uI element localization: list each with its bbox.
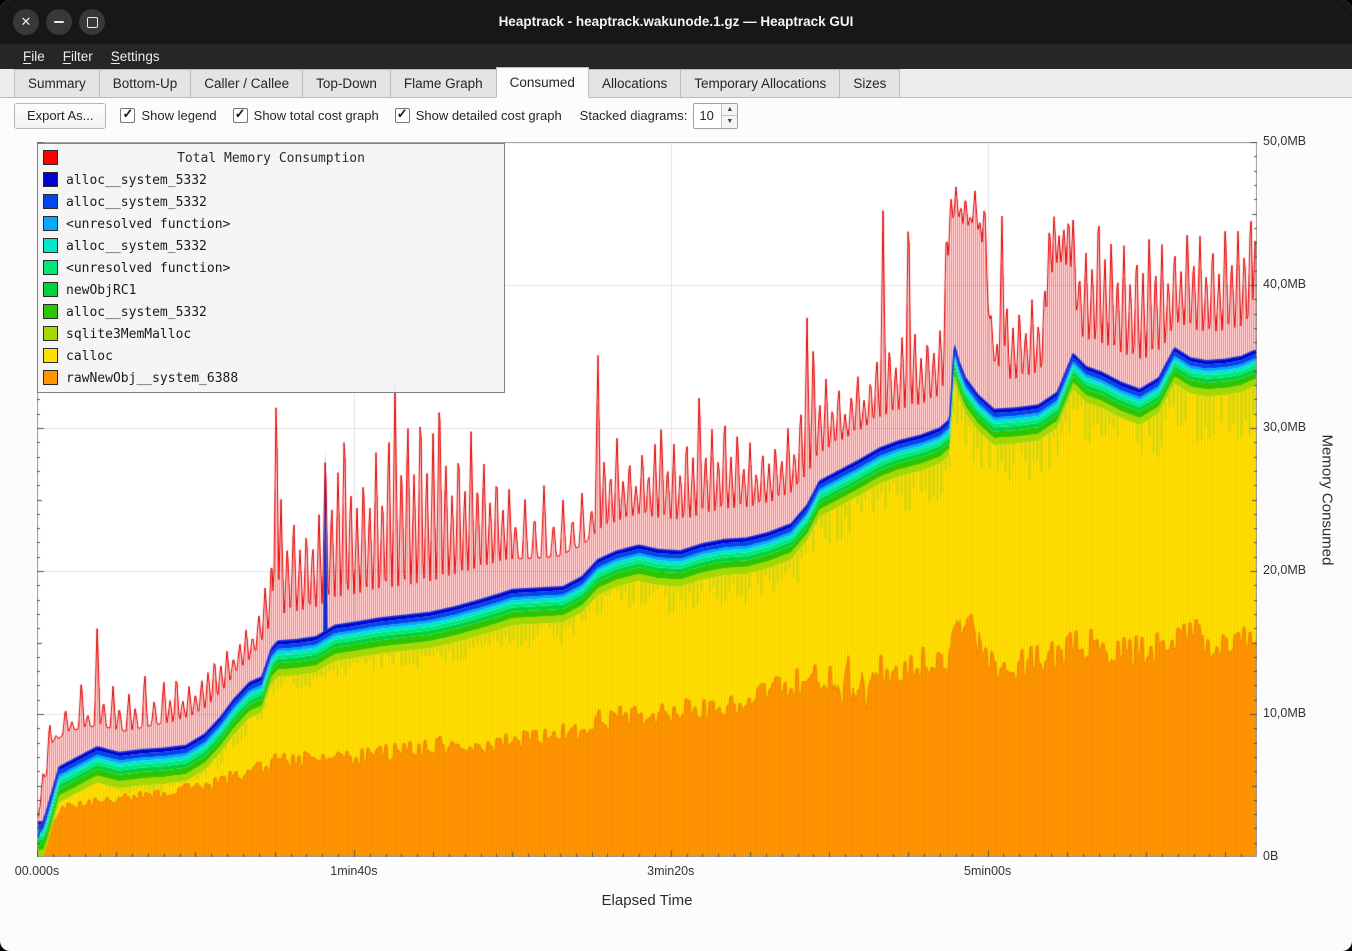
checkbox-show-detailed-cost-graph[interactable]: ✓ Show detailed cost graph [395, 108, 562, 123]
stacked-diagrams-value: 10 [694, 104, 721, 128]
x-tick-label: 00.000s [15, 864, 59, 878]
tab-sizes[interactable]: Sizes [839, 69, 900, 97]
checkbox-icon: ✓ [233, 108, 248, 123]
chevron-up-icon: ▲ [726, 106, 733, 113]
x-tick-label: 1min40s [330, 864, 377, 878]
tab-consumed[interactable]: Consumed [496, 67, 589, 98]
spin-buttons: ▲ ▼ [721, 104, 737, 128]
tab-bar: SummaryBottom-UpCaller / CalleeTop-DownF… [0, 69, 1352, 98]
window-title: Heaptrack - heaptrack.wakunode.1.gz — He… [0, 0, 1352, 44]
tab-summary[interactable]: Summary [14, 69, 100, 97]
menu-settings[interactable]: Settings [102, 44, 169, 69]
tab-allocations[interactable]: Allocations [588, 69, 681, 97]
tab-caller-callee[interactable]: Caller / Callee [190, 69, 303, 97]
checkbox-show-legend[interactable]: ✓ Show legend [120, 108, 216, 123]
export-as-button[interactable]: Export As... [14, 103, 106, 129]
memory-consumption-chart[interactable] [37, 142, 1257, 857]
spin-down-button[interactable]: ▼ [722, 116, 737, 128]
checkbox-label: Show total cost graph [254, 108, 379, 123]
tab-flame-graph[interactable]: Flame Graph [390, 69, 497, 97]
chevron-down-icon: ▼ [726, 118, 733, 125]
x-tick-label: 3min20s [647, 864, 694, 878]
checkbox-show-total-cost-graph[interactable]: ✓ Show total cost graph [233, 108, 379, 123]
y-tick-label: 40,0MB [1263, 277, 1306, 291]
spin-up-button[interactable]: ▲ [722, 104, 737, 117]
y-tick-label: 20,0MB [1263, 563, 1306, 577]
checkbox-label: Show detailed cost graph [416, 108, 562, 123]
menu-file[interactable]: File [14, 44, 54, 69]
y-tick-label: 30,0MB [1263, 420, 1306, 434]
y-tick-label: 0B [1263, 849, 1278, 863]
tab-bottom-up[interactable]: Bottom-Up [99, 69, 192, 97]
menu-filter[interactable]: Filter [54, 44, 102, 69]
y-tick-label: 10,0MB [1263, 706, 1306, 720]
y-tick-label: 50,0MB [1263, 134, 1306, 148]
checkbox-icon: ✓ [120, 108, 135, 123]
y-axis-label: Memory Consumed [1319, 435, 1336, 566]
titlebar: ✕ Heaptrack - heaptrack.wakunode.1.gz — … [0, 0, 1352, 44]
tab-top-down[interactable]: Top-Down [302, 69, 391, 97]
stacked-diagrams-label: Stacked diagrams: [580, 108, 688, 123]
menu-bar: FileFilterSettings [0, 44, 1352, 69]
app-window: ✕ Heaptrack - heaptrack.wakunode.1.gz — … [0, 0, 1352, 951]
checkbox-icon: ✓ [395, 108, 410, 123]
toolbar: Export As... ✓ Show legend ✓ Show total cos… [0, 99, 1352, 132]
tab-temporary-allocations[interactable]: Temporary Allocations [680, 69, 840, 97]
stacked-diagrams-spinbox[interactable]: 10 ▲ ▼ [693, 103, 738, 129]
x-axis-label: Elapsed Time [602, 892, 693, 909]
checkbox-label: Show legend [141, 108, 216, 123]
x-tick-label: 5min00s [964, 864, 1011, 878]
checkbox-group: ✓ Show legend ✓ Show total cost graph ✓ Show … [120, 108, 577, 123]
